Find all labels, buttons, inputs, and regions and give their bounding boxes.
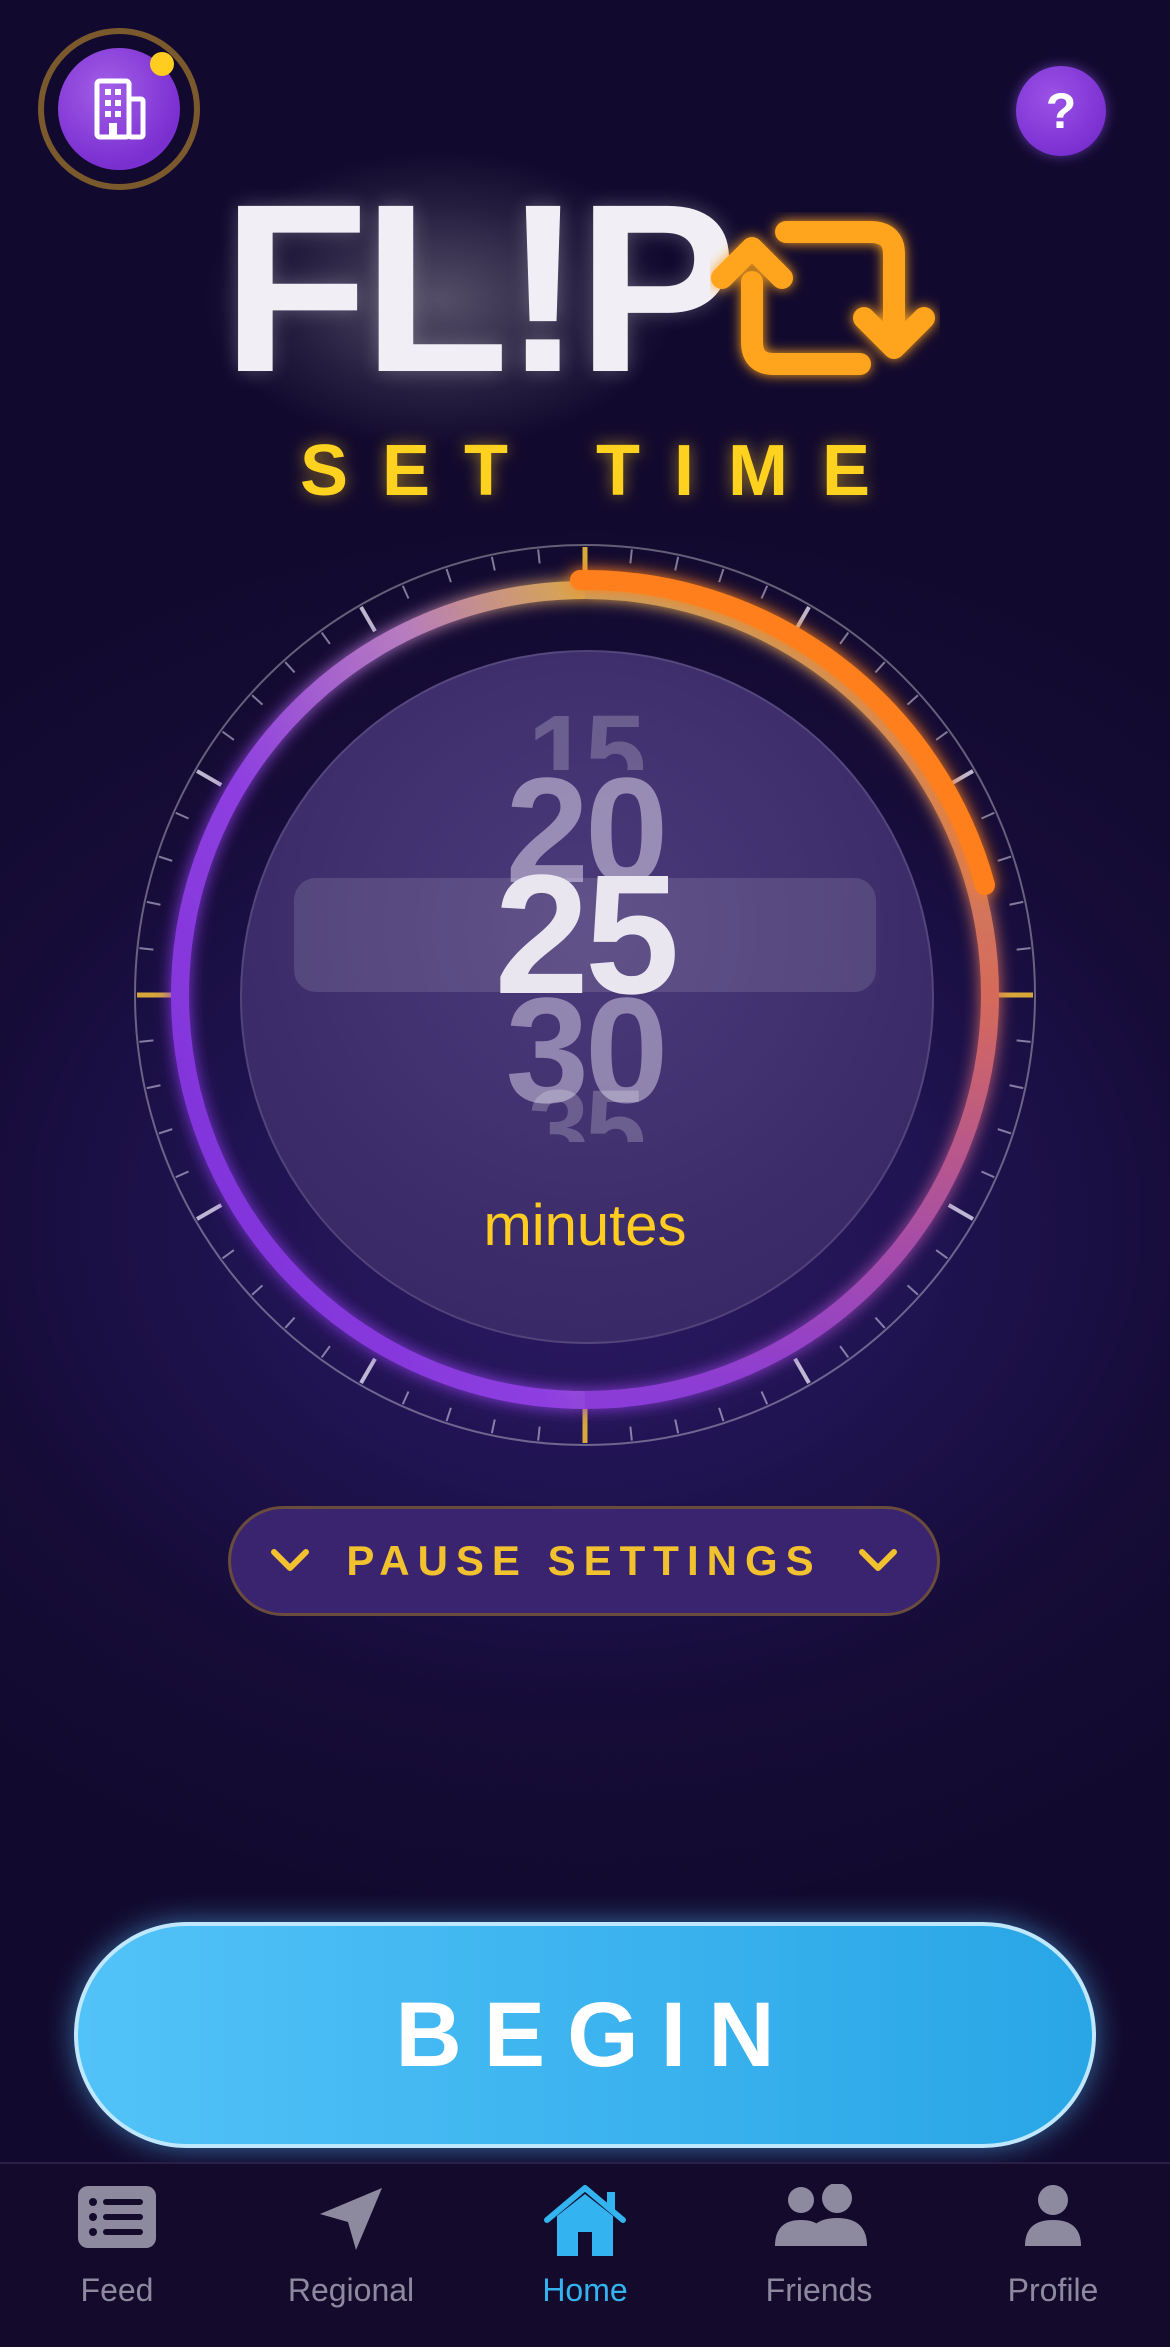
- tab-label: Friends: [765, 2272, 873, 2308]
- tab-label: Profile: [1007, 2272, 1099, 2308]
- people-icon: [775, 2184, 867, 2246]
- dial-tick: [906, 1284, 919, 1296]
- dial-tick: [251, 1284, 264, 1296]
- dial-tick: [839, 1345, 850, 1359]
- dial-tick: [839, 631, 850, 645]
- dial-tick: [981, 1170, 995, 1179]
- org-avatar: [58, 48, 180, 170]
- tab-friends[interactable]: Friends: [702, 2164, 936, 2347]
- dial-tick: [760, 1391, 769, 1405]
- dial-tick: [674, 1419, 680, 1434]
- tab-label: Feed: [80, 2272, 154, 2308]
- dial-tick: [793, 1357, 811, 1384]
- tab-regional[interactable]: Regional: [234, 2164, 468, 2347]
- dial-tick: [718, 1407, 725, 1422]
- help-button[interactable]: ?: [1016, 66, 1106, 156]
- begin-label: BEGIN: [395, 1983, 797, 2086]
- dial-tick: [537, 1426, 541, 1441]
- tab-feed[interactable]: Feed: [0, 2164, 234, 2347]
- dial-tick: [320, 1345, 331, 1359]
- location-arrow-icon: [320, 2188, 382, 2250]
- dial-tick: [445, 568, 452, 583]
- dial-tick: [490, 1419, 496, 1434]
- screen-title: SET TIME: [299, 431, 904, 511]
- dial-tick: [629, 549, 633, 564]
- dial-tick: [629, 1426, 633, 1441]
- tab-home[interactable]: Home: [468, 2164, 702, 2347]
- dial-tick: [874, 1316, 886, 1329]
- dial-tick: [359, 606, 377, 633]
- tab-profile[interactable]: Profile: [936, 2164, 1170, 2347]
- person-icon: [1025, 2185, 1081, 2246]
- pause-settings-button[interactable]: PAUSE SETTINGS: [228, 1506, 940, 1616]
- home-icon: [544, 2185, 626, 2256]
- building-icon: [94, 78, 146, 140]
- dial-tick: [445, 1407, 452, 1422]
- app-logo: FL!P: [222, 154, 737, 422]
- dial-tick: [401, 585, 410, 599]
- dial-tick: [490, 556, 496, 571]
- chevron-down-icon: [271, 1549, 310, 1571]
- tab-label: Regional: [287, 2272, 415, 2308]
- tab-label: Home: [542, 2272, 628, 2308]
- dial-tick: [760, 585, 769, 599]
- tab-bar: Feed Regional Home Friends Profile: [0, 2162, 1170, 2347]
- repeat-arrows-icon: [711, 221, 935, 375]
- begin-button[interactable]: BEGIN: [74, 1922, 1096, 2148]
- notification-dot: [150, 52, 174, 76]
- list-icon: [78, 2186, 156, 2248]
- picker-value[interactable]: 35: [0, 1080, 1170, 1142]
- dial-tick: [359, 1357, 377, 1384]
- dial-tick: [537, 549, 541, 564]
- picker-unit-label: minutes: [483, 1193, 687, 1258]
- dial-tick: [284, 661, 296, 674]
- dial-tick: [674, 556, 680, 571]
- dial-tick: [718, 568, 725, 583]
- dial-tick: [401, 1391, 410, 1405]
- org-avatar-button[interactable]: [38, 28, 200, 190]
- dial-tick: [284, 1316, 296, 1329]
- dial-tick: [874, 661, 886, 674]
- dial-tick: [320, 631, 331, 645]
- chevron-down-icon: [858, 1549, 897, 1571]
- picker-selected-value[interactable]: 25: [0, 850, 1170, 1020]
- dial-tick: [175, 1170, 189, 1179]
- help-label: ?: [1045, 83, 1077, 139]
- pause-settings-label: PAUSE SETTINGS: [346, 1537, 822, 1584]
